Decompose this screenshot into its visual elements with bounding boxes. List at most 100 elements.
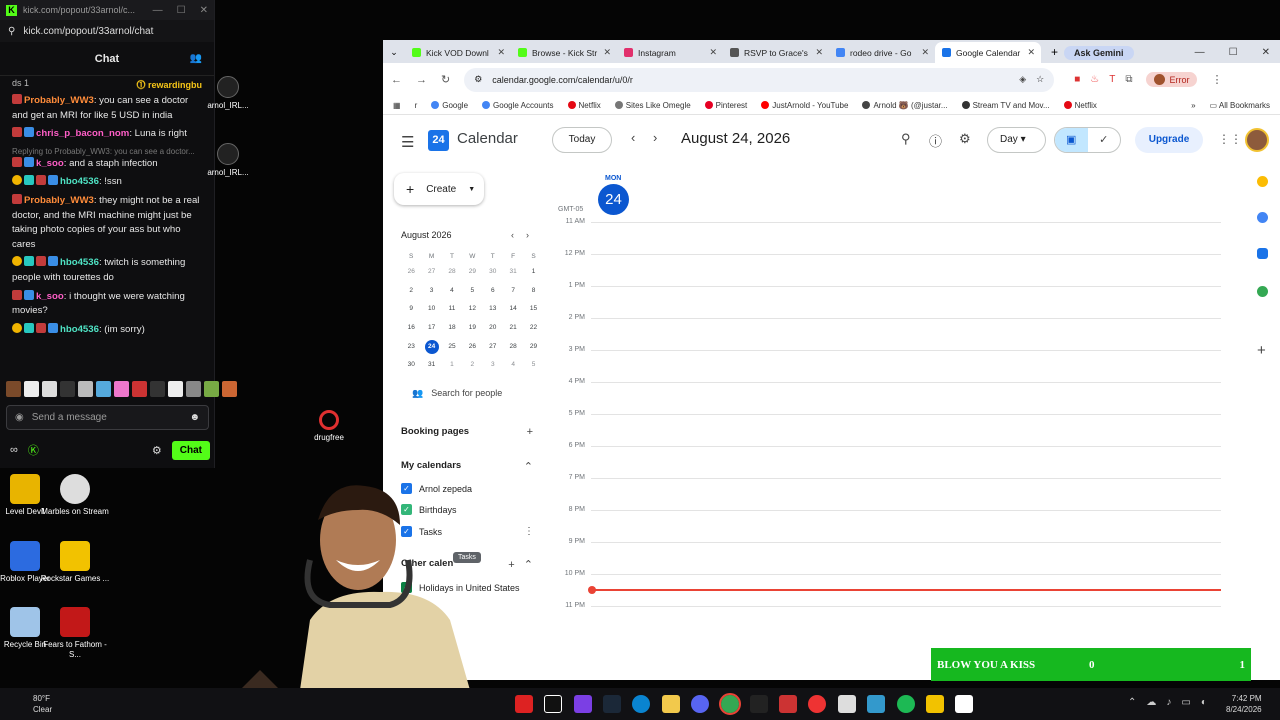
mini-calendar-day[interactable]: 9 — [401, 300, 421, 319]
profile-error-button[interactable]: Error — [1146, 72, 1198, 87]
desktop-icon-rockstar[interactable]: Rockstar Games ... — [38, 541, 112, 584]
close-icon[interactable]: ✕ — [1262, 47, 1270, 58]
collapse-icon[interactable]: ⌃ — [524, 460, 533, 473]
mini-calendar-day[interactable]: 3 — [421, 282, 441, 301]
mini-calendar-day[interactable]: 16 — [401, 319, 421, 338]
mini-calendar-day[interactable]: 3 — [483, 356, 503, 375]
extension-fire-icon[interactable]: ♨ — [1090, 74, 1099, 85]
tasks-view-icon[interactable]: ✓ — [1088, 128, 1121, 152]
google-apps-icon[interactable]: ⋮⋮ — [1218, 132, 1242, 146]
day-number[interactable]: 24 — [598, 184, 629, 215]
mini-calendar-day[interactable]: 15 — [523, 300, 543, 319]
taskbar-app-icon[interactable] — [838, 695, 856, 713]
steam-icon[interactable] — [603, 695, 621, 713]
mini-calendar-day[interactable]: 1 — [442, 356, 462, 375]
mini-calendar-day[interactable]: 30 — [401, 356, 421, 375]
taskbar-clock[interactable]: 7:42 PM 8/24/2026 — [1226, 693, 1262, 715]
spotify-icon[interactable] — [897, 695, 915, 713]
chat-username[interactable]: k_soo — [36, 291, 64, 302]
mini-calendar-day[interactable]: 19 — [462, 319, 482, 338]
mini-calendar-day[interactable]: 26 — [462, 338, 482, 357]
edge-icon[interactable] — [632, 695, 650, 713]
contacts-icon[interactable] — [1257, 248, 1268, 259]
tab-search-icon[interactable]: ⌄ — [383, 47, 405, 58]
tab-close-icon[interactable]: ✕ — [815, 47, 823, 58]
tab-close-icon[interactable]: ✕ — [709, 47, 717, 58]
my-calendars-section[interactable]: My calendars ⌃ — [401, 460, 533, 473]
desktop-icon-video-2[interactable]: arnol_IRL... — [191, 143, 265, 178]
emoji-icon[interactable]: ☻ — [189, 412, 200, 423]
kick-k-icon[interactable]: Ⓚ — [28, 442, 39, 458]
chat-username[interactable]: hbo4536 — [60, 176, 99, 187]
desktop-icon-video-1[interactable]: arnol_IRL... — [191, 76, 265, 111]
new-tab-icon[interactable]: + — [1051, 45, 1058, 59]
mini-calendar-day[interactable]: 6 — [483, 282, 503, 301]
chat-username[interactable]: k_soo — [36, 158, 64, 169]
tab-close-icon[interactable]: ✕ — [497, 47, 505, 58]
chat-username[interactable]: Probably_WW3 — [24, 195, 94, 206]
emote-icon[interactable] — [168, 381, 183, 397]
emote-icon[interactable] — [96, 381, 111, 397]
mini-calendar-day[interactable]: 20 — [483, 319, 503, 338]
mini-calendar-day[interactable]: 4 — [442, 282, 462, 301]
emote-icon[interactable] — [186, 381, 201, 397]
site-settings-icon[interactable]: ⚙ — [474, 74, 482, 85]
calendar-view-icon[interactable]: ▣ — [1055, 128, 1088, 152]
taskbar-app-icon[interactable] — [867, 695, 885, 713]
mini-calendar-day[interactable]: 11 — [442, 300, 462, 319]
tab-close-icon[interactable]: ✕ — [603, 47, 611, 58]
taskbar-app-icon[interactable] — [574, 695, 592, 713]
emote-icon[interactable] — [78, 381, 93, 397]
bookmark-star-icon[interactable]: ☆ — [1036, 74, 1044, 85]
mini-calendar-day[interactable]: 2 — [462, 356, 482, 375]
kick-url[interactable]: kick.com/popout/33arnol/chat — [23, 26, 153, 37]
emote-icon[interactable] — [150, 381, 165, 397]
infinity-icon[interactable]: ∞ — [10, 444, 18, 456]
mini-next-icon[interactable]: › — [526, 230, 541, 240]
eye-icon[interactable]: ◈ — [1019, 74, 1026, 85]
users-icon[interactable]: 👥 — [190, 53, 202, 64]
create-button[interactable]: + Create ▼ — [394, 173, 484, 205]
add-booking-icon[interactable]: + — [527, 426, 533, 438]
bookmark-item[interactable]: r — [415, 101, 418, 110]
emote-icon[interactable] — [222, 381, 237, 397]
chat-username[interactable]: chris_p_bacon_nom — [36, 128, 129, 139]
mini-calendar-day[interactable]: 27 — [483, 338, 503, 357]
discord-icon[interactable] — [691, 695, 709, 713]
mini-calendar-day[interactable]: 5 — [523, 356, 543, 375]
maps-icon[interactable] — [1257, 286, 1268, 297]
back-icon[interactable]: ← — [391, 74, 402, 86]
minimize-icon[interactable]: — — [153, 5, 163, 16]
chat-username[interactable]: hbo4536 — [60, 324, 99, 335]
taskbar-app-icon[interactable] — [750, 695, 768, 713]
mini-calendar-day[interactable]: 7 — [503, 282, 523, 301]
desktop-icon-drugfree[interactable]: drugfree — [292, 410, 366, 443]
bookmark-item[interactable]: Google Accounts — [482, 100, 554, 110]
mini-calendar-day[interactable]: 18 — [442, 319, 462, 338]
mini-calendar-day[interactable]: 27 — [421, 263, 441, 282]
chat-username[interactable]: Probably_WW3 — [24, 95, 94, 106]
mini-calendar-day[interactable]: 10 — [421, 300, 441, 319]
mini-calendar-day[interactable]: 31 — [421, 356, 441, 375]
bookmark-item[interactable]: Stream TV and Mov... — [961, 100, 1050, 110]
main-menu-icon[interactable]: ☰ — [401, 133, 414, 151]
mini-calendar-day[interactable]: 12 — [462, 300, 482, 319]
extensions-puzzle-icon[interactable]: ⧉ — [1125, 74, 1132, 85]
more-bookmarks-icon[interactable]: » — [1191, 101, 1195, 110]
tasks-side-icon[interactable] — [1257, 212, 1268, 223]
mini-calendar-day[interactable]: 24 — [421, 338, 441, 357]
bookmark-item[interactable]: Pinterest — [704, 100, 747, 110]
chat-username[interactable]: hbo4536 — [60, 257, 99, 268]
mini-calendar-day[interactable]: 1 — [523, 263, 543, 282]
emote-icon[interactable] — [60, 381, 75, 397]
settings-gear-icon[interactable]: ⚙ — [959, 131, 971, 147]
search-for-people[interactable]: 👥 Search for people — [412, 388, 502, 399]
keep-icon[interactable] — [1257, 176, 1268, 187]
apps-grid-icon[interactable]: ▦ — [393, 101, 401, 110]
mini-calendar-day[interactable]: 31 — [503, 263, 523, 282]
mini-calendar-day[interactable]: 30 — [483, 263, 503, 282]
close-icon[interactable]: ✕ — [200, 5, 208, 16]
taskbar-app-icon[interactable] — [515, 695, 533, 713]
bookmark-item[interactable]: Arnold 🐻 (@justar... — [862, 100, 948, 110]
emote-icon[interactable] — [24, 381, 39, 397]
